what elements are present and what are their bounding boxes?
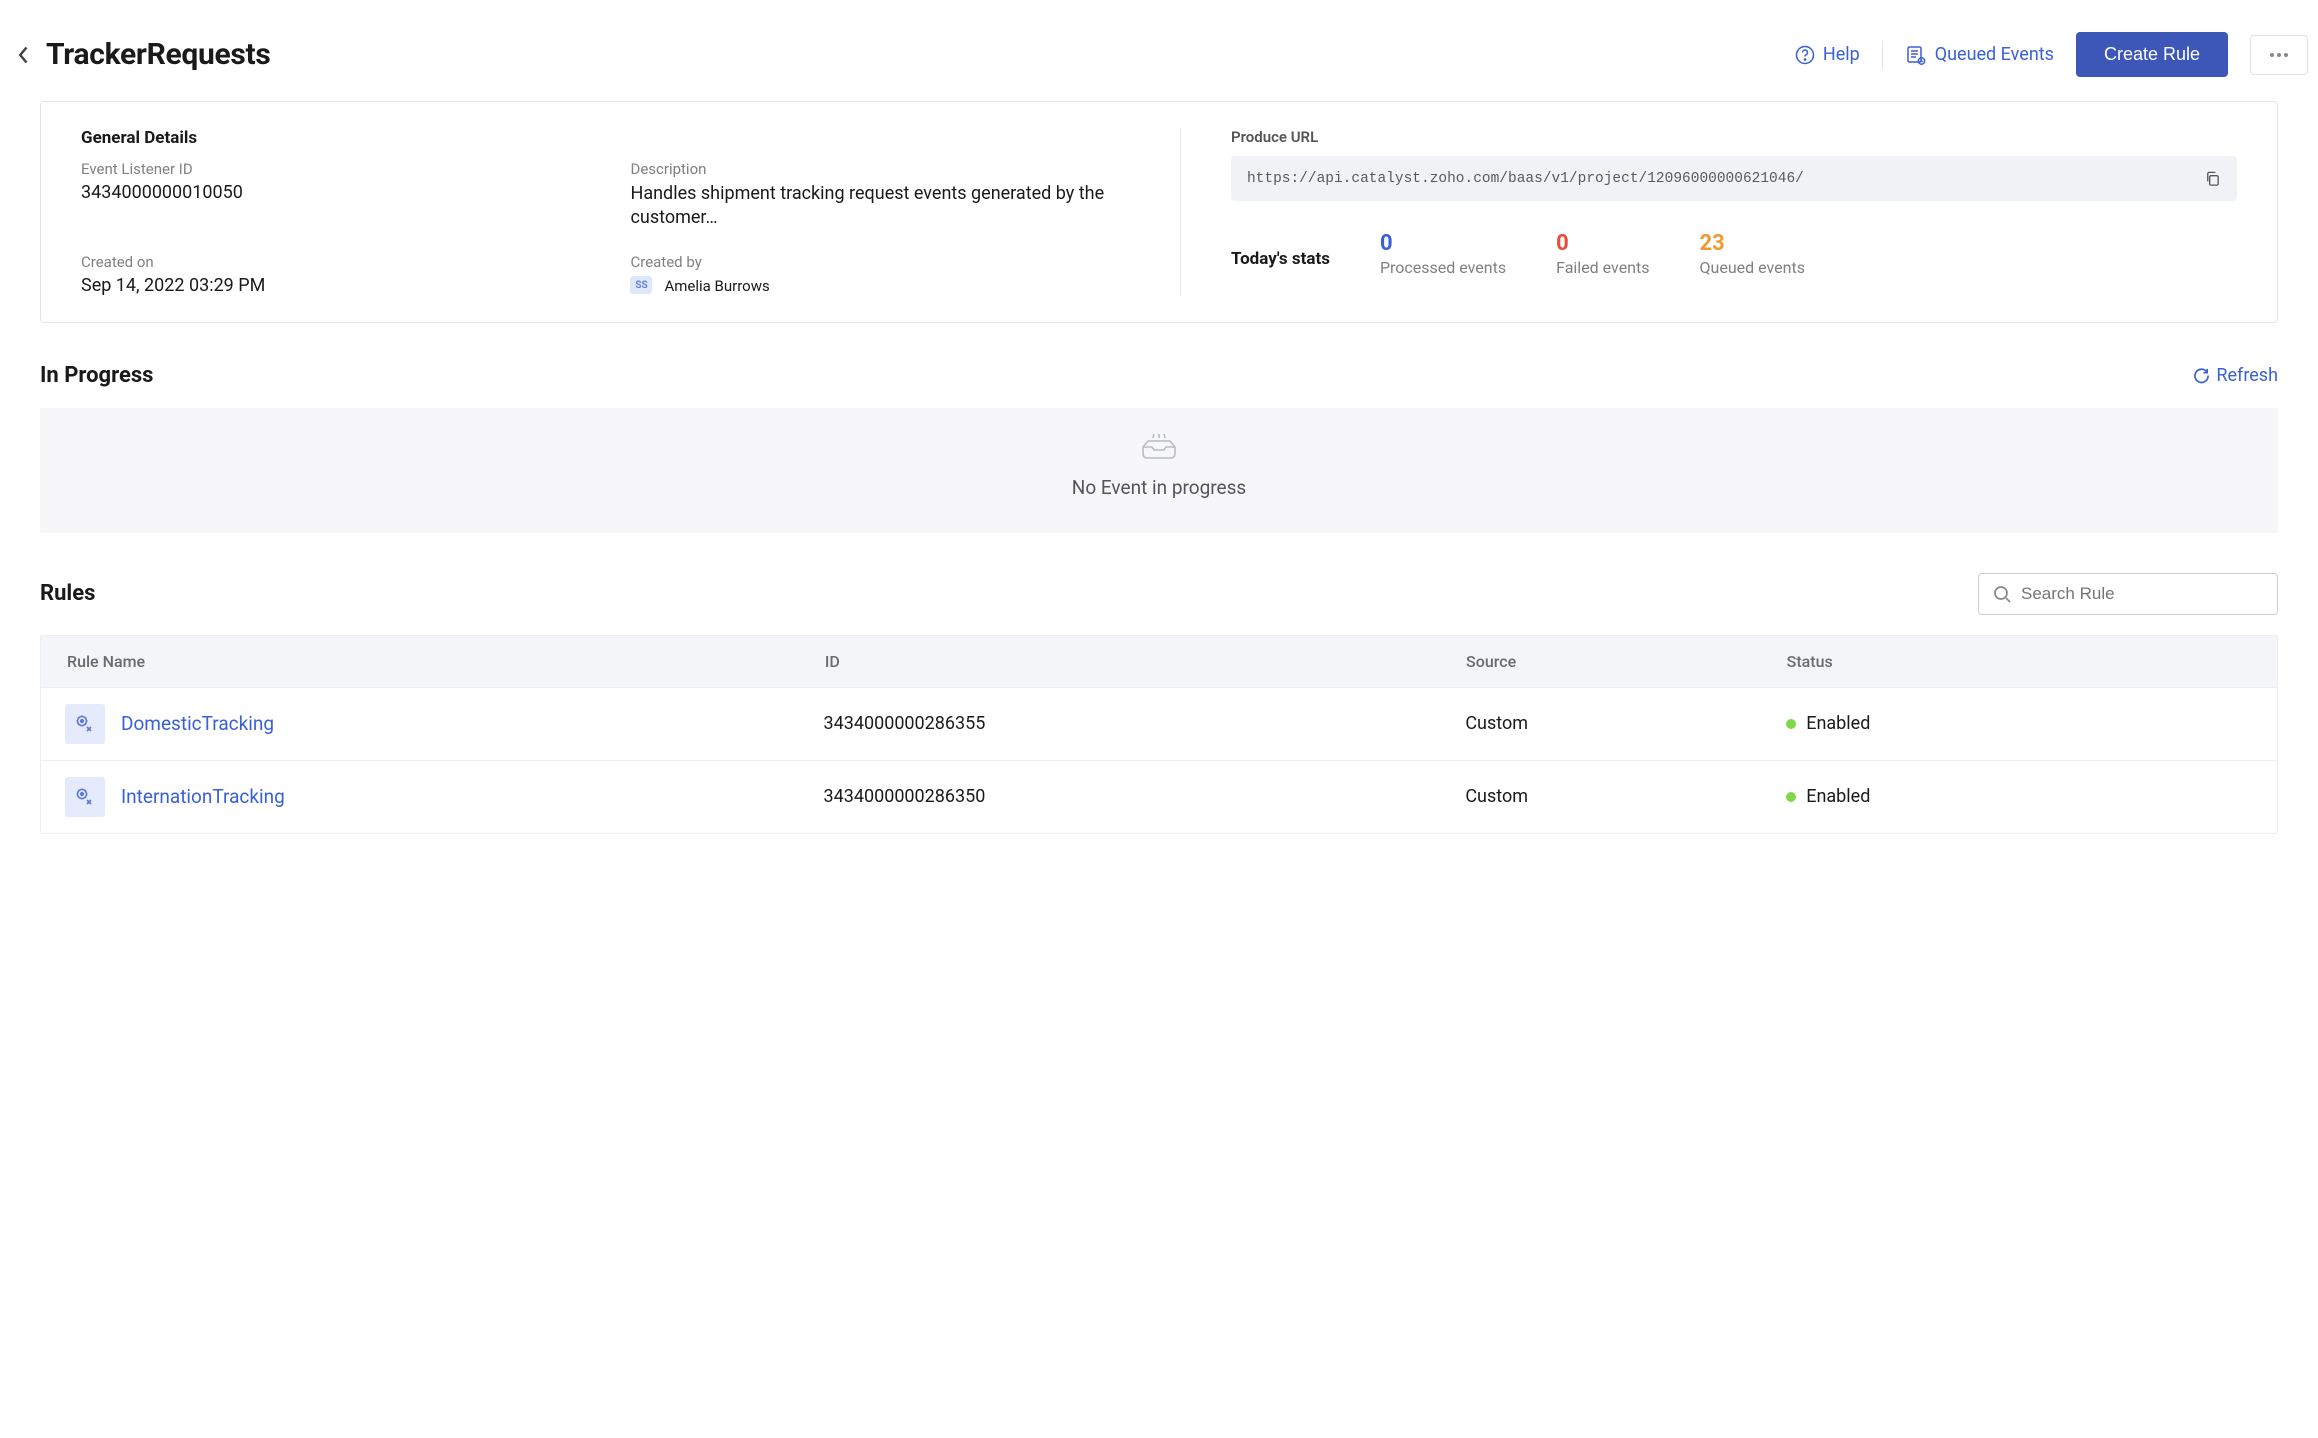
queued-events-link[interactable]: Queued Events: [1905, 44, 2054, 66]
back-button[interactable]: [10, 41, 38, 69]
created-on-field: Created on Sep 14, 2022 03:29 PM: [81, 253, 590, 296]
created-by-name: Amelia Burrows: [664, 276, 769, 294]
page-title: TrackerRequests: [46, 37, 271, 72]
table-row[interactable]: InternationTracking 3434000000286350 Cus…: [41, 760, 2277, 833]
rules-title: Rules: [40, 581, 95, 606]
rules-section: Rules Rule Name ID Source Status Domesti…: [40, 573, 2278, 834]
rule-icon: [65, 704, 105, 744]
copy-url-button[interactable]: [2204, 170, 2221, 187]
col-header-source: Source: [1466, 652, 1787, 671]
queued-events-icon: [1905, 44, 1927, 66]
stat-failed: 0 Failed events: [1556, 231, 1649, 277]
rule-id: 3434000000286350: [824, 786, 1466, 807]
rules-table-header: Rule Name ID Source Status: [41, 636, 2277, 687]
in-progress-empty-text: No Event in progress: [40, 476, 2278, 499]
general-details-title: General Details: [81, 128, 1140, 148]
listener-id-label: Event Listener ID: [81, 160, 590, 178]
refresh-label: Refresh: [2216, 365, 2278, 386]
search-rule-input[interactable]: [2021, 584, 2263, 604]
refresh-button[interactable]: Refresh: [2193, 365, 2278, 386]
copy-icon: [2204, 170, 2221, 187]
search-rule-box[interactable]: [1978, 573, 2278, 615]
help-label: Help: [1823, 44, 1860, 65]
produce-url-box: https://api.catalyst.zoho.com/baas/v1/pr…: [1231, 156, 2237, 201]
created-on-label: Created on: [81, 253, 590, 271]
stat-processed-label: Processed events: [1380, 258, 1506, 277]
today-stats: Today's stats 0 Processed events 0 Faile…: [1231, 231, 2237, 277]
today-stats-label: Today's stats: [1231, 231, 1330, 269]
rule-source: Custom: [1465, 786, 1786, 807]
stat-failed-label: Failed events: [1556, 258, 1649, 277]
page-header: TrackerRequests Help Queued Events Creat…: [10, 24, 2308, 101]
rules-table: Rule Name ID Source Status DomesticTrack…: [40, 635, 2278, 834]
created-on-value: Sep 14, 2022 03:29 PM: [81, 275, 590, 296]
produce-url-value: https://api.catalyst.zoho.com/baas/v1/pr…: [1247, 171, 2192, 187]
description-value: Handles shipment tracking request events…: [630, 182, 1139, 231]
chevron-left-icon: [17, 45, 31, 65]
col-header-id: ID: [825, 652, 1466, 671]
gear-flow-icon: [74, 713, 96, 735]
created-by-field: Created by SS Amelia Burrows: [630, 253, 1139, 296]
stat-queued: 23 Queued events: [1700, 231, 1805, 277]
queued-events-label: Queued Events: [1935, 44, 2054, 65]
stat-queued-value: 23: [1700, 231, 1805, 256]
stat-processed-value: 0: [1380, 231, 1506, 256]
refresh-icon: [2193, 367, 2210, 384]
general-details-card: General Details Event Listener ID 343400…: [40, 101, 2278, 323]
produce-url-label: Produce URL: [1231, 128, 2237, 146]
gear-flow-icon: [74, 786, 96, 808]
help-icon: [1795, 45, 1815, 65]
stat-processed: 0 Processed events: [1380, 231, 1506, 277]
in-progress-section: In Progress Refresh No Event in progress: [40, 363, 2278, 533]
rule-status: Enabled: [1806, 713, 1870, 734]
ellipsis-icon: [2269, 52, 2289, 58]
rule-icon: [65, 777, 105, 817]
rule-status: Enabled: [1806, 786, 1870, 807]
rule-id: 3434000000286355: [824, 713, 1466, 734]
rule-source: Custom: [1465, 713, 1786, 734]
in-progress-empty: No Event in progress: [40, 408, 2278, 533]
description-label: Description: [630, 160, 1139, 178]
in-progress-title: In Progress: [40, 363, 153, 388]
status-dot-icon: [1786, 792, 1796, 802]
rule-name-link[interactable]: DomesticTracking: [121, 712, 274, 735]
col-header-name: Rule Name: [65, 652, 825, 671]
rule-name-link[interactable]: InternationTracking: [121, 785, 285, 808]
table-row[interactable]: DomesticTracking 3434000000286355 Custom…: [41, 687, 2277, 760]
status-dot-icon: [1786, 719, 1796, 729]
created-by-label: Created by: [630, 253, 1139, 271]
listener-id-value: 3434000000010050: [81, 182, 590, 203]
avatar: SS: [630, 276, 652, 294]
col-header-status: Status: [1787, 652, 2253, 671]
header-divider: [1882, 41, 1883, 69]
stat-queued-label: Queued events: [1700, 258, 1805, 277]
description-field: Description Handles shipment tracking re…: [630, 160, 1139, 231]
inbox-empty-icon: [1140, 434, 1178, 466]
search-icon: [1993, 585, 2011, 603]
help-link[interactable]: Help: [1795, 44, 1860, 65]
listener-id-field: Event Listener ID 3434000000010050: [81, 160, 590, 231]
create-rule-button[interactable]: Create Rule: [2076, 32, 2228, 77]
stat-failed-value: 0: [1556, 231, 1649, 256]
more-menu-button[interactable]: [2250, 35, 2308, 75]
